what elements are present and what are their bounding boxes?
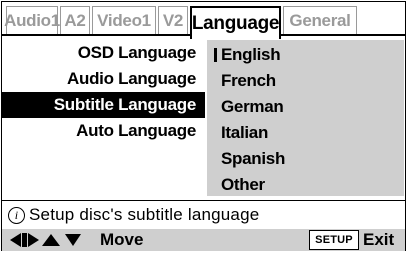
option-english[interactable]: English xyxy=(207,42,404,68)
option-label: French xyxy=(221,71,276,90)
navigation-arrows-icon xyxy=(10,233,81,247)
menu-item-subtitle-language[interactable]: Subtitle Language xyxy=(2,92,205,118)
option-other[interactable]: Other xyxy=(207,172,404,198)
subtitle-options-panel: English French German Italian Spanish Ot… xyxy=(207,40,404,196)
option-german[interactable]: German xyxy=(207,94,404,120)
option-french[interactable]: French xyxy=(207,68,404,94)
info-line: i Setup disc's subtitle language xyxy=(8,203,259,227)
tab-audio1[interactable]: Audio1 xyxy=(4,6,60,35)
menu-item-audio-language[interactable]: Audio Language xyxy=(2,66,205,92)
option-label: Italian xyxy=(221,123,269,142)
setup-button[interactable]: SETUP xyxy=(309,230,359,250)
info-text: Setup disc's subtitle language xyxy=(29,205,260,224)
setup-screen: Audio1 A2 Video1 V2 Language General OSD… xyxy=(1,1,406,251)
option-italian[interactable]: Italian xyxy=(207,120,404,146)
current-selection-marker xyxy=(214,48,217,62)
exit-button[interactable]: Exit xyxy=(363,229,394,251)
move-label: Move xyxy=(100,230,144,249)
option-spanish[interactable]: Spanish xyxy=(207,146,404,172)
footer-bar: Move SETUP Exit xyxy=(2,229,405,251)
menu-item-auto-language[interactable]: Auto Language xyxy=(2,118,205,144)
tab-general[interactable]: General xyxy=(283,6,357,35)
tab-a2[interactable]: A2 xyxy=(60,6,90,35)
menu-item-osd-language[interactable]: OSD Language xyxy=(2,40,205,66)
option-label: Spanish xyxy=(221,149,286,168)
option-label: Other xyxy=(221,175,265,194)
language-menu: OSD Language Audio Language Subtitle Lan… xyxy=(2,36,207,196)
option-label: German xyxy=(221,97,284,116)
tab-video1[interactable]: Video1 xyxy=(92,6,156,35)
info-divider xyxy=(2,200,405,201)
tab-v2[interactable]: V2 xyxy=(158,6,188,35)
option-label: English xyxy=(221,45,281,64)
info-icon: i xyxy=(8,206,25,224)
